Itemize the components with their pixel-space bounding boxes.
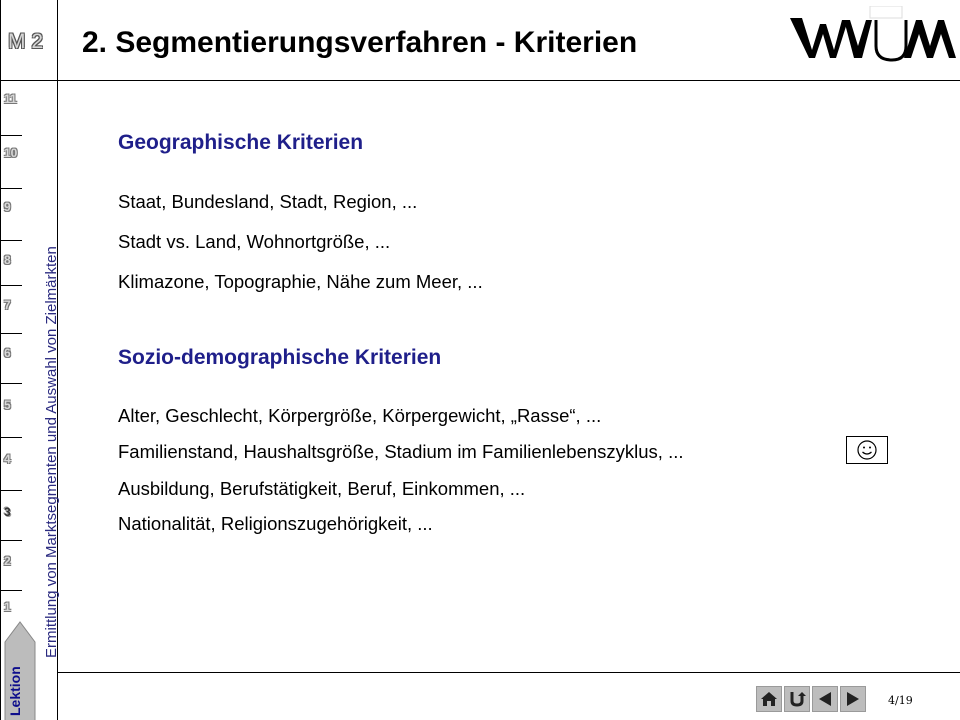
list-item: Klimazone, Topographie, Nähe zum Meer, .… [118,271,483,292]
header-divider [57,80,960,81]
lesson-5-link[interactable]: 5 [4,398,18,412]
lesson-divider [0,240,22,241]
section-heading-sociodemographic: Sozio-demographische Kriterien [118,346,442,369]
lesson-11-link[interactable]: 11 [4,92,18,106]
page-title: 2. Segmentierungsverfahren - Kriterien [82,26,638,59]
list-item: Familienstand, Haushaltsgröße, Stadium i… [118,441,684,462]
lesson-10-link[interactable]: 10 [4,146,18,160]
smiley-icon [857,440,877,460]
home-button[interactable] [756,686,782,712]
lesson-1-link[interactable]: 1 [4,600,18,614]
lesson-8-link[interactable]: 8 [4,253,18,267]
lesson-6-link[interactable]: 6 [4,346,18,360]
home-icon [761,692,777,706]
list-item: Stadt vs. Land, Wohnortgröße, ... [118,231,391,252]
section-title-vertical: Ermittlung von Marktsegmenten und Auswah… [43,246,60,658]
lesson-divider [0,490,22,491]
list-item: Ausbildung, Berufstätigkeit, Beruf, Eink… [118,478,526,499]
lesson-4-link[interactable]: 4 [4,452,18,466]
page-number: 4/19 [888,694,913,707]
list-item: Nationalität, Religionszugehörigkeit, ..… [118,513,433,534]
section-heading-geographic: Geographische Kriterien [118,131,364,154]
module-label[interactable]: M 2 [8,30,54,54]
module-underline [0,80,57,81]
next-button[interactable] [840,686,866,712]
list-item: Staat, Bundesland, Stadt, Region, ... [118,191,418,212]
navigation-bar [756,686,866,714]
list-item: Alter, Geschlecht, Körpergröße, Körperge… [118,405,602,426]
lesson-divider [0,285,22,286]
lesson-2-link[interactable]: 2 [4,554,18,568]
footer-left-divider [0,0,1,720]
lesson-divider [0,135,22,136]
return-icon [790,692,806,707]
lesson-divider [0,383,22,384]
wum-logo [790,6,956,62]
lesson-divider [0,590,22,591]
lesson-divider [0,437,22,438]
return-button[interactable] [784,686,810,712]
next-icon [847,692,859,706]
lesson-divider [0,188,22,189]
lektion-label[interactable]: Lektion [7,666,23,716]
lesson-divider [0,333,22,334]
previous-icon [819,692,831,706]
previous-button[interactable] [812,686,838,712]
footer-divider [57,672,960,673]
lesson-3-link[interactable]: 3 [4,505,18,519]
lesson-9-link[interactable]: 9 [4,200,18,214]
lesson-divider [0,540,22,541]
smiley-box[interactable] [846,436,888,464]
lesson-7-link[interactable]: 7 [4,298,18,312]
